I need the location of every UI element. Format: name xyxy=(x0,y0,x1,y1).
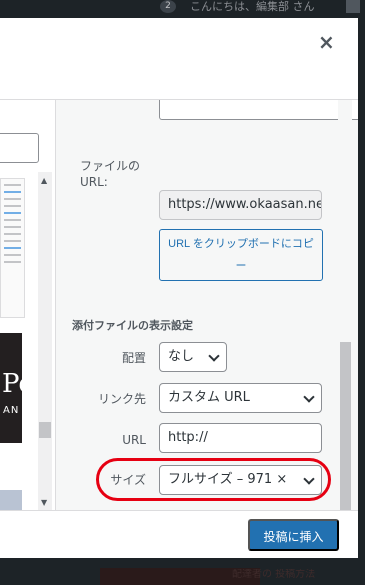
chevron-down-icon xyxy=(303,391,315,403)
modal-toolbar: 投稿に挿入 xyxy=(0,510,358,558)
alignment-label: 配置 xyxy=(121,351,146,365)
insert-into-post-button[interactable]: 投稿に挿入 xyxy=(248,519,339,551)
thumbnail-text: AN xyxy=(3,405,20,416)
media-modal: × Pe AN ▲ ▼ ⁄⁄ ファイルの URL: https://www.ok… xyxy=(0,18,358,558)
admin-bar: 2 こんにちは、編集部 さん xyxy=(0,0,365,18)
media-grid-scrollbar[interactable]: ▲ ▼ xyxy=(38,172,52,512)
scrollbar-thumb[interactable] xyxy=(340,342,351,510)
attachment-details-sidebar: ⁄⁄ ファイルの URL: https://www.okaasan.net/ U… xyxy=(56,100,358,510)
background-text: 配達者の 投稿方法 xyxy=(232,569,316,580)
media-search-input[interactable] xyxy=(0,133,39,163)
alignment-select[interactable]: なし xyxy=(159,342,227,372)
sidebar-scrollbar[interactable] xyxy=(338,100,352,510)
link-url-input[interactable]: http:// xyxy=(159,423,322,453)
media-grid: Pe AN ▲ ▼ xyxy=(0,100,56,512)
description-textarea[interactable]: ⁄⁄ xyxy=(159,100,358,120)
file-url-field[interactable]: https://www.okaasan.net/ xyxy=(159,190,322,220)
link-to-label: リンク先 xyxy=(97,392,146,406)
link-to-selected-value: カスタム URL xyxy=(168,390,250,405)
file-url-label: ファイルの URL: xyxy=(80,159,141,189)
link-to-select[interactable]: カスタム URL xyxy=(159,383,322,413)
size-highlight-annotation xyxy=(96,458,331,501)
media-thumbnail-screenshot[interactable] xyxy=(0,178,25,318)
alignment-selected-value: なし xyxy=(168,349,195,364)
scroll-up-icon[interactable]: ▲ xyxy=(41,176,47,185)
chevron-down-icon xyxy=(208,350,220,362)
scroll-down-icon[interactable]: ▼ xyxy=(41,498,47,507)
avatar[interactable] xyxy=(346,0,360,13)
media-thumbnail-photo[interactable] xyxy=(0,490,22,510)
scrollbar-thumb[interactable] xyxy=(39,422,51,438)
thumbnail-text: Pe xyxy=(2,369,34,399)
copy-url-button[interactable]: URL をクリップボードにコピー xyxy=(159,229,323,281)
notification-badge[interactable]: 2 xyxy=(160,0,176,13)
url-label: URL xyxy=(122,433,146,447)
media-thumbnail-logo[interactable]: Pe AN xyxy=(0,333,34,443)
background-page: 配達者の 投稿方法 xyxy=(0,558,365,585)
modal-header: × xyxy=(0,18,358,100)
display-settings-heading: 添付ファイルの表示設定 xyxy=(72,319,193,332)
admin-greeting[interactable]: こんにちは、編集部 さん xyxy=(190,0,315,13)
close-icon[interactable]: × xyxy=(318,32,335,52)
